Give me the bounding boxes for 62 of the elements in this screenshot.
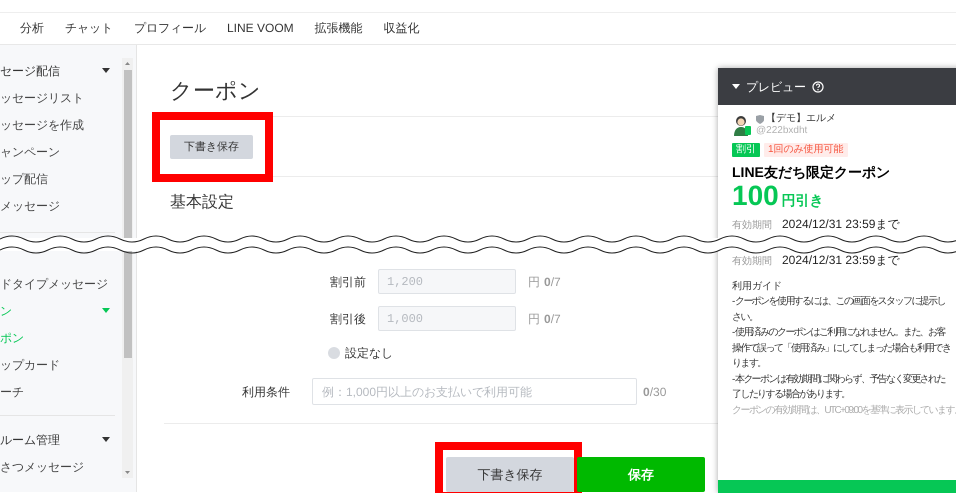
- caret-icon: [732, 84, 740, 89]
- validity-date: 2024/12/31 23:59まで: [782, 216, 900, 233]
- nav-tab[interactable]: 分析: [20, 13, 44, 44]
- field-label: 割引前: [329, 274, 367, 290]
- section-title: 基本設定: [170, 193, 234, 213]
- guide-line: ります。: [732, 357, 767, 371]
- sidebar-item[interactable]: メッセージ: [0, 192, 120, 219]
- avatar-figure: [732, 114, 752, 136]
- char-count: 0/30: [643, 384, 666, 400]
- amount-field[interactable]: 1,200: [378, 269, 516, 294]
- caret-icon: [102, 308, 110, 313]
- nav-tab[interactable]: 拡張機能: [314, 13, 363, 44]
- validity-date: 2024/12/31 23:59まで: [782, 252, 900, 269]
- scrollbar[interactable]: [122, 58, 133, 478]
- sidebar-item[interactable]: ップ配信: [0, 165, 120, 192]
- guide-line: さい。: [732, 310, 758, 324]
- draft-save-button[interactable]: 下書き保存: [170, 135, 253, 160]
- sidebar-item[interactable]: ーチ: [0, 378, 120, 405]
- guide-line: - クーポンを使用するには、この画面をスタッフに提示し: [732, 295, 946, 309]
- caret-icon: [102, 437, 110, 442]
- sidebar-item[interactable]: ップカード: [0, 351, 120, 378]
- nav-tab[interactable]: プロフィール: [134, 13, 206, 44]
- coupon-title: LINE友だち限定クーポン: [732, 163, 891, 181]
- condition-field[interactable]: 例：1,000円以上のお支払いで利用可能: [312, 378, 637, 405]
- discount-amount: 100: [732, 181, 779, 211]
- char-count: 0/7: [544, 274, 561, 290]
- guide-title: 利用ガイド: [732, 280, 783, 294]
- sidebar-item[interactable]: ドタイプメッセージ: [0, 270, 120, 297]
- sidebar-item[interactable]: さつメッセージ: [0, 453, 120, 480]
- field-label: 利用条件: [241, 384, 291, 400]
- validity-label: 有効期間: [732, 218, 772, 233]
- page-title: クーポン: [170, 78, 261, 104]
- sidebar-section[interactable]: セージ配信: [0, 57, 120, 84]
- sidebar-section[interactable]: ルーム管理: [0, 426, 120, 453]
- amount-field[interactable]: 1,000: [378, 306, 516, 331]
- nav-tab[interactable]: LINE VOOM: [227, 13, 294, 44]
- guide-line: - 本クーポンは有効期間に関わらず、予告なく変更された: [732, 372, 946, 386]
- timezone-note: クーポンの有効期間は、UTC+09:00を基準に表示しています。: [732, 404, 954, 418]
- limit-tag: 1回のみ使用可能: [764, 143, 848, 157]
- preview-title: プレビュー: [746, 78, 806, 96]
- shield-icon: [756, 114, 764, 124]
- unit-label: 円: [528, 274, 540, 290]
- guide-line: 了したりする場合があります。: [732, 388, 851, 402]
- guide-line: 操作で誤って「使用済み」にしてしまった場合も利用でき: [732, 342, 952, 356]
- account-id: @222bxdht: [756, 125, 808, 137]
- draft-save-button[interactable]: 下書き保存: [446, 457, 574, 492]
- field-label: 割引後: [329, 310, 367, 328]
- amount-unit: 円引き: [782, 191, 824, 210]
- char-count: 0/7: [544, 310, 561, 328]
- caret-icon: [102, 68, 110, 73]
- radio-option[interactable]: 設定なし: [328, 337, 393, 369]
- unit-label: 円: [528, 310, 540, 328]
- sidebar-item[interactable]: ッセージを作成: [0, 111, 120, 138]
- help-icon[interactable]: [812, 80, 824, 92]
- account-name: 【デモ】エルメ: [766, 113, 836, 125]
- sidebar-item[interactable]: ッセージリスト: [0, 84, 120, 111]
- nav-tab[interactable]: チャット: [65, 13, 113, 44]
- validity-label: 有効期間: [732, 254, 772, 269]
- category-tag: 割引: [732, 143, 760, 157]
- guide-line: - 使用済みのクーポンはご利用になれません。また、お客: [732, 326, 946, 340]
- nav-tab[interactable]: 収益化: [384, 13, 420, 44]
- sidebar-item[interactable]: ャンペーン: [0, 138, 120, 165]
